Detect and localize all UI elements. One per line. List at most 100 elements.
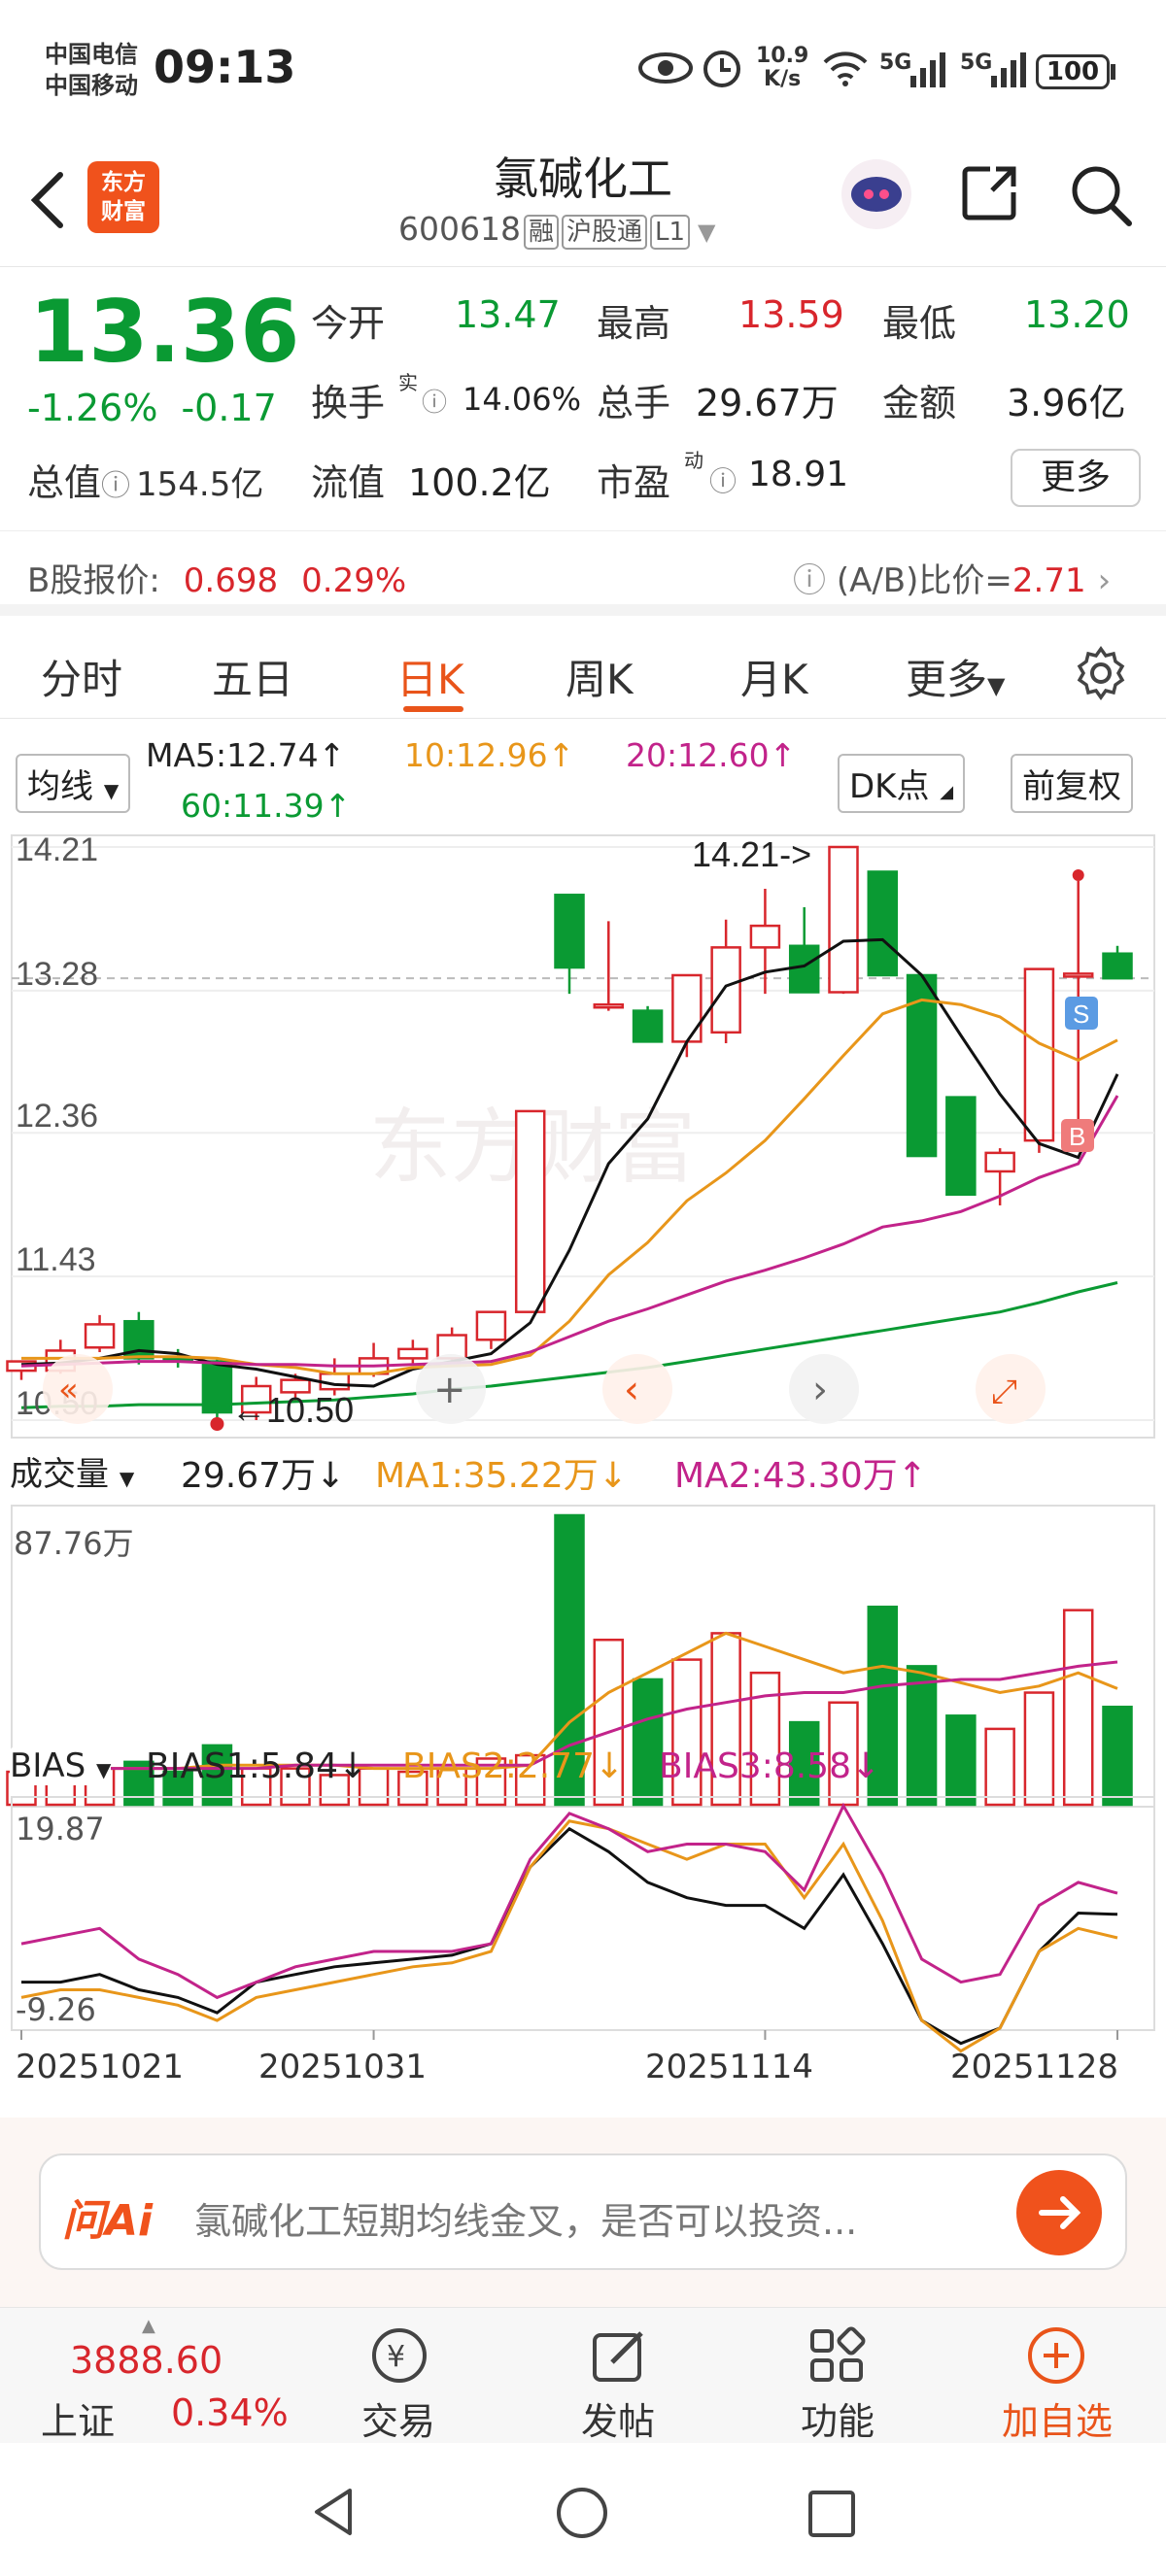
ab-ratio: ⓘ (A/B)比价=2.71 › bbox=[793, 554, 1111, 601]
bias2: BIAS2:2.77↓ bbox=[402, 1746, 625, 1786]
volume-bar bbox=[1102, 1706, 1133, 1807]
chevron-right-icon: › bbox=[1097, 561, 1112, 600]
pe-label: 市盈 bbox=[597, 461, 671, 504]
b-share-price: 0.698 bbox=[183, 561, 279, 600]
index-pct[interactable]: 0.34% bbox=[171, 2391, 289, 2434]
bias-frame bbox=[11, 1796, 1155, 2031]
chevron-right-icon[interactable]: › bbox=[812, 1368, 828, 1412]
battery-icon: 100 bbox=[1036, 54, 1110, 89]
adjust-button[interactable]: 前复权 bbox=[1011, 754, 1133, 813]
grid-apps-icon[interactable] bbox=[805, 2323, 869, 2388]
candle-body bbox=[984, 1151, 1015, 1173]
dropdown-icon[interactable]: ▼ bbox=[698, 219, 715, 246]
volume-selector[interactable]: 成交量 ▼ bbox=[10, 1447, 135, 1495]
tab-monthly-k[interactable]: 月K bbox=[740, 647, 808, 706]
candle-body bbox=[945, 1096, 977, 1197]
carrier-2: 中国移动 bbox=[45, 72, 138, 99]
bias2-line bbox=[20, 1819, 1118, 2053]
market-cap-row: 总值ⓘ 154.5亿 bbox=[27, 453, 263, 506]
nav-home-icon[interactable] bbox=[554, 2485, 610, 2541]
ai-prompt-text[interactable]: 氯碱化工短期均线金叉，是否可以投资... bbox=[194, 2191, 991, 2245]
caret-down-icon: ▼ bbox=[119, 1467, 135, 1490]
high-value: 13.59 bbox=[738, 293, 844, 336]
back-icon[interactable] bbox=[21, 165, 80, 233]
trade-button[interactable]: 交易 bbox=[321, 2391, 476, 2445]
settings-icon[interactable] bbox=[1073, 645, 1129, 701]
y-tick-label: 14.21 bbox=[16, 831, 98, 868]
chevron-left-icon[interactable]: ‹ bbox=[624, 1368, 639, 1412]
info-icon-2: ⓘ bbox=[422, 389, 448, 418]
caret-down-icon: ▼ bbox=[96, 1758, 112, 1781]
nav-recent-icon[interactable] bbox=[805, 2487, 859, 2541]
robot-assistant-icon[interactable] bbox=[838, 155, 915, 233]
tab-daily-k[interactable]: 日K bbox=[396, 647, 464, 706]
share-icon[interactable] bbox=[957, 161, 1021, 225]
ma-selector[interactable]: 均线 ▼ bbox=[16, 754, 131, 813]
ai-send-button[interactable] bbox=[1014, 2168, 1104, 2257]
ma-selector-label: 均线 bbox=[27, 767, 93, 806]
open-value: 13.47 bbox=[455, 293, 561, 336]
volume-value: 29.67万 bbox=[696, 382, 839, 424]
net-speed: 10.9 K/s bbox=[756, 45, 808, 91]
index-name[interactable]: 上证 bbox=[41, 2391, 115, 2445]
volume-selector-label: 成交量 bbox=[10, 1455, 109, 1494]
caret-down-icon: ▼ bbox=[987, 672, 1006, 699]
add-watchlist-button[interactable]: 加自选 bbox=[979, 2391, 1135, 2445]
wifi-icon bbox=[823, 51, 868, 86]
candle-body bbox=[1023, 967, 1055, 1142]
tab-more[interactable]: 更多▼ bbox=[906, 647, 1005, 706]
high-label: 最高 bbox=[597, 302, 671, 345]
max-label: 14.21-> bbox=[692, 834, 811, 874]
network-1: 5G bbox=[879, 51, 912, 75]
volume-value: 29.67万↓ bbox=[181, 1456, 346, 1496]
candle-body bbox=[593, 1002, 625, 1009]
expand-icon[interactable]: ⤢ bbox=[991, 1373, 1017, 1411]
corner-icon: ◢ bbox=[940, 782, 954, 802]
tab-intraday[interactable]: 分时 bbox=[41, 647, 122, 706]
volume-label: 总手 bbox=[597, 382, 671, 424]
caret-up-icon: ▲ bbox=[142, 2316, 155, 2336]
double-chevron-left-icon[interactable]: « bbox=[58, 1371, 79, 1409]
amount-value: 3.96亿 bbox=[1007, 382, 1126, 424]
volume-bar bbox=[632, 1678, 664, 1807]
ma10-label: 10:12.96↑ bbox=[404, 736, 575, 774]
tab-five-day[interactable]: 五日 bbox=[212, 647, 293, 706]
mktcap-value: 154.5亿 bbox=[136, 465, 264, 504]
plus-icon[interactable]: + bbox=[433, 1368, 466, 1412]
post-button[interactable]: 发帖 bbox=[540, 2391, 696, 2445]
functions-button[interactable]: 功能 bbox=[760, 2391, 915, 2445]
compose-icon[interactable] bbox=[587, 2323, 651, 2388]
sell-mark-label: S bbox=[1073, 1000, 1089, 1029]
battery-tip bbox=[1111, 64, 1115, 80]
current-price: 13.36 bbox=[29, 282, 300, 382]
net-speed-unit: K/s bbox=[764, 67, 802, 91]
logo-line-1: 东方 bbox=[101, 170, 146, 195]
bias-selector[interactable]: BIAS ▼ bbox=[10, 1746, 112, 1785]
add-icon[interactable] bbox=[1024, 2323, 1088, 2388]
candle-body bbox=[514, 1109, 546, 1313]
tag-level: L1 bbox=[650, 215, 691, 250]
bias1-line bbox=[21, 1826, 1118, 2046]
app-logo[interactable]: 东方 财富 bbox=[87, 161, 159, 233]
candle-body bbox=[710, 946, 741, 1034]
search-icon[interactable] bbox=[1067, 161, 1135, 229]
index-value[interactable]: 3888.60 bbox=[70, 2339, 223, 2382]
svg-text:¥: ¥ bbox=[387, 2340, 405, 2374]
min-label: ←10.50 bbox=[231, 1390, 354, 1430]
turnover-value: 14.06% bbox=[463, 381, 582, 418]
dk-point-button[interactable]: DK点 ◢ bbox=[838, 754, 966, 813]
more-button[interactable]: 更多 bbox=[1011, 449, 1141, 507]
low-label: 最低 bbox=[882, 302, 957, 345]
mktcap-label: 总值 bbox=[27, 461, 102, 504]
nav-back-icon[interactable] bbox=[307, 2485, 361, 2539]
ma20-label: 20:12.60↑ bbox=[626, 736, 797, 774]
volume-bar bbox=[984, 1727, 1015, 1807]
yuan-exchange-icon[interactable]: ¥ bbox=[367, 2323, 431, 2388]
y-tick-label: 12.36 bbox=[16, 1098, 98, 1135]
tab-weekly-k[interactable]: 周K bbox=[566, 647, 634, 706]
candle-body bbox=[1102, 952, 1133, 980]
date-label-3: 20251114 bbox=[645, 2048, 814, 2086]
tag-connect: 沪股通 bbox=[562, 215, 648, 250]
y-tick-label: 13.28 bbox=[16, 956, 98, 993]
b-share-pct: 0.29% bbox=[301, 561, 407, 600]
